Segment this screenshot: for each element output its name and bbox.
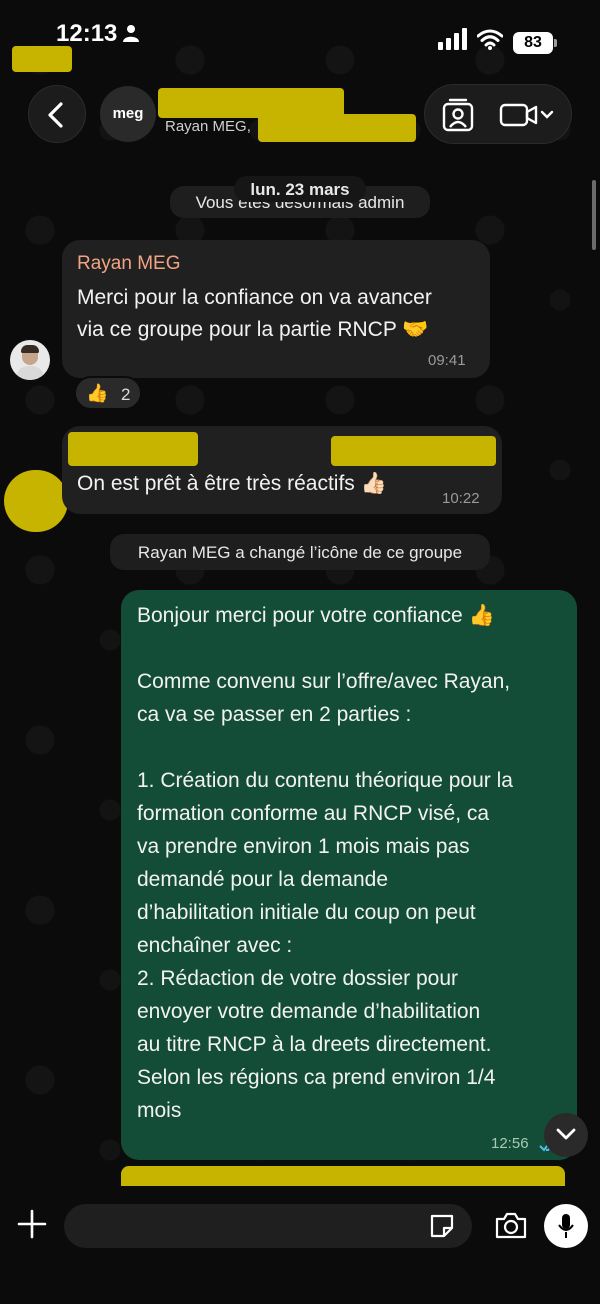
message-bubble-incoming[interactable]: Rayan MEG Merci pour la confiance on va … (62, 240, 490, 378)
message-line: mois (137, 1099, 182, 1122)
avatar-hair (21, 345, 39, 353)
reaction-badge[interactable]: 👍 2 (74, 376, 142, 410)
contact-card-icon[interactable] (441, 98, 475, 132)
message-line: au titre RNCP à la dreets directement. (137, 1033, 492, 1056)
message-line: 2. Rédaction de votre dossier pour (137, 967, 459, 990)
microphone-button[interactable] (544, 1204, 588, 1248)
redacted-avatar (4, 470, 68, 532)
sender-avatar[interactable] (10, 340, 50, 380)
message-time: 09:41 (428, 352, 466, 369)
group-avatar[interactable]: meg (100, 86, 156, 142)
scrollbar[interactable] (592, 180, 596, 250)
chat-header: meg Rayan MEG, (0, 80, 600, 160)
status-bar: 12:13 83 (0, 0, 600, 72)
plus-icon[interactable] (16, 1208, 48, 1240)
icon-changed-text: Rayan MEG a changé l’icône de ce groupe (137, 543, 463, 562)
wifi-icon (477, 29, 503, 50)
sender-name[interactable]: Rayan MEG (77, 253, 180, 275)
battery-tip (554, 39, 557, 47)
date-label: lun. 23 mars (250, 180, 350, 199)
redacted-sender-name (68, 432, 198, 466)
redacted-block (12, 46, 72, 72)
message-line: Bonjour merci pour votre confiance 👍 (137, 604, 495, 627)
message-line: On est prêt à être très réactifs 👍🏻 (77, 472, 387, 495)
message-line: va prendre environ 1 mois mais pas (137, 835, 470, 858)
message-line: formation conforme au RNCP visé, ca (137, 802, 490, 825)
person-icon (123, 25, 139, 42)
cellular-signal-icon (438, 28, 467, 50)
composer-bar (0, 1186, 600, 1304)
chevron-down-icon (556, 1128, 576, 1140)
message-bubble-outgoing[interactable]: Bonjour merci pour votre confiance 👍 Com… (121, 590, 577, 1160)
message-line: via ce groupe pour la partie RNCP 🤝 (77, 318, 429, 341)
message-time: 10:22 (442, 490, 480, 507)
message-line: 1. Création du contenu théorique pour la (137, 769, 513, 792)
message-line: ca va se passer en 2 parties : (137, 703, 412, 726)
redacted-sender-role (331, 436, 496, 466)
chevron-left-icon (48, 102, 63, 128)
message-line: Comme convenu sur l’offre/avec Rayan, (137, 670, 511, 693)
video-camera-icon[interactable] (499, 101, 555, 129)
message-time: 12:56 (491, 1135, 529, 1152)
group-members-subtitle[interactable]: Rayan MEG, (165, 118, 251, 135)
message-line: demandé pour la demande (137, 868, 389, 891)
date-pill: lun. 23 mars (234, 176, 366, 202)
message-line: d’habilitation initiale du coup on peut (137, 901, 476, 924)
back-button[interactable] (28, 85, 86, 143)
message-line: Merci pour la confiance on va avancer (77, 286, 432, 309)
reaction-count: 2 (121, 385, 131, 404)
microphone-icon (558, 1214, 574, 1238)
message-line: envoyer votre demande d’habilitation (137, 1000, 481, 1023)
call-actions (424, 84, 572, 144)
message-input[interactable] (64, 1204, 472, 1248)
camera-icon[interactable] (494, 1210, 528, 1240)
avatar-shirt (16, 366, 44, 380)
battery-indicator: 83 (513, 32, 557, 54)
status-time: 12:13 (56, 20, 118, 47)
battery-level: 83 (513, 32, 553, 54)
icon-changed-pill: Rayan MEG a changé l’icône de ce groupe (110, 534, 490, 570)
redacted-member-names (258, 114, 416, 142)
message-line: enchaîner avec : (137, 934, 293, 957)
thumbs-up-icon: 👍 (86, 383, 109, 403)
sticker-icon[interactable] (428, 1212, 456, 1240)
scroll-to-bottom-button[interactable] (544, 1113, 588, 1157)
message-line: Selon les régions ca prend environ 1/4 (137, 1066, 496, 1089)
